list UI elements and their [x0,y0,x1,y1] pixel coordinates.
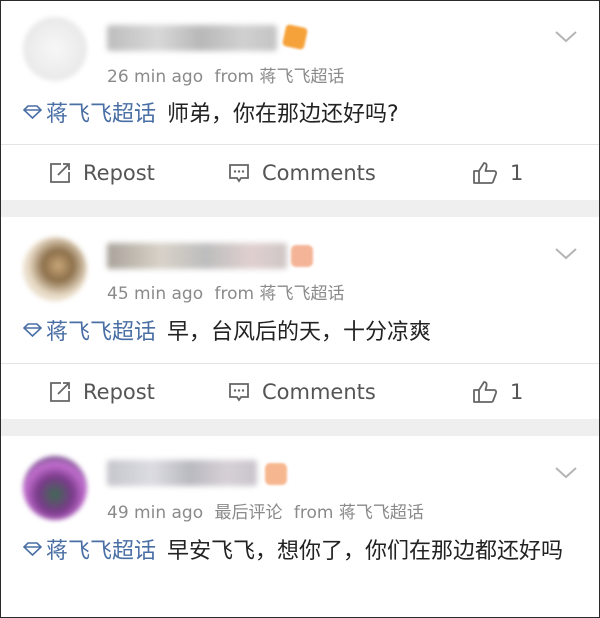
username-blurred[interactable] [107,25,277,51]
like-count: 1 [510,380,524,404]
chevron-down-icon[interactable] [553,28,579,44]
post-text: 师弟，你在那边还好吗? [167,102,399,127]
post-card: 45 min ago from 蒋飞飞超话 蒋飞飞超话 早，台风后的天，十分凉爽… [1,217,599,419]
from-label: from [214,284,255,304]
avatar[interactable] [23,17,87,81]
super-topic-diamond-icon [23,105,42,119]
thumbs-up-icon [473,381,498,403]
thumbs-up-icon [473,162,498,184]
post-source[interactable]: 蒋飞飞超话 [339,503,424,523]
comments-button[interactable]: Comments [228,364,376,420]
action-bar: Repost Comments 1 [1,144,599,201]
post-text: 早，台风后的天，十分凉爽 [167,320,432,345]
comments-label: Comments [262,161,376,185]
member-badge-icon [291,245,313,267]
topic-link[interactable]: 蒋飞飞超话 [46,320,156,345]
avatar[interactable] [23,237,87,301]
repost-label: Repost [83,161,155,185]
from-label: from [214,67,255,87]
repost-icon [50,163,70,183]
post-meta: 49 min ago 最后评论 from 蒋飞飞超话 [107,498,424,523]
post-time: 49 min ago [107,503,204,523]
post-source[interactable]: 蒋飞飞超话 [259,284,344,304]
topic-link[interactable]: 蒋飞飞超话 [46,539,156,564]
feed-separator [1,419,599,436]
post-meta: 45 min ago from 蒋飞飞超话 [107,279,344,304]
from-label: from [293,503,334,523]
comment-icon [229,383,249,402]
repost-button[interactable]: Repost [49,364,155,420]
post-text: 早安飞飞，想你了，你们在那边都还好吗 [167,539,564,564]
post-content: 蒋飞飞超话 早安飞飞，想你了，你们在那边都还好吗 [23,536,579,568]
comments-label: Comments [262,380,376,404]
avatar[interactable] [23,456,87,520]
post-content: 蒋飞飞超话 师弟，你在那边还好吗? [23,99,579,131]
topic-link[interactable]: 蒋飞飞超话 [46,102,156,127]
username-blurred[interactable] [107,243,287,269]
post-time: 45 min ago [107,284,204,304]
comment-icon [229,164,249,183]
chevron-down-icon[interactable] [553,245,579,261]
last-comment-label: 最后评论 [214,503,283,523]
post-content: 蒋飞飞超话 早，台风后的天，十分凉爽 [23,317,579,349]
comments-button[interactable]: Comments [228,145,376,201]
username-blurred[interactable] [107,460,257,486]
action-bar: Repost Comments 1 [1,363,599,420]
weibo-feed: 26 min ago from 蒋飞飞超话 蒋飞飞超话 师弟，你在那边还好吗? … [0,0,600,618]
post-source[interactable]: 蒋飞飞超话 [259,67,344,87]
chevron-down-icon[interactable] [553,464,579,480]
repost-label: Repost [83,380,155,404]
post-card: 49 min ago 最后评论 from 蒋飞飞超话 蒋飞飞超话 早安飞飞，想你… [1,436,599,617]
super-topic-diamond-icon [23,323,42,337]
member-badge-icon [281,23,309,51]
post-card: 26 min ago from 蒋飞飞超话 蒋飞飞超话 师弟，你在那边还好吗? … [1,1,599,200]
repost-icon [50,382,70,402]
repost-button[interactable]: Repost [49,145,155,201]
post-meta: 26 min ago from 蒋飞飞超话 [107,62,344,87]
feed-separator [1,200,599,217]
like-count: 1 [510,161,524,185]
like-button[interactable]: 1 [472,364,523,420]
member-badge-icon [265,463,287,485]
post-time: 26 min ago [107,67,204,87]
like-button[interactable]: 1 [472,145,523,201]
super-topic-diamond-icon [23,542,42,556]
